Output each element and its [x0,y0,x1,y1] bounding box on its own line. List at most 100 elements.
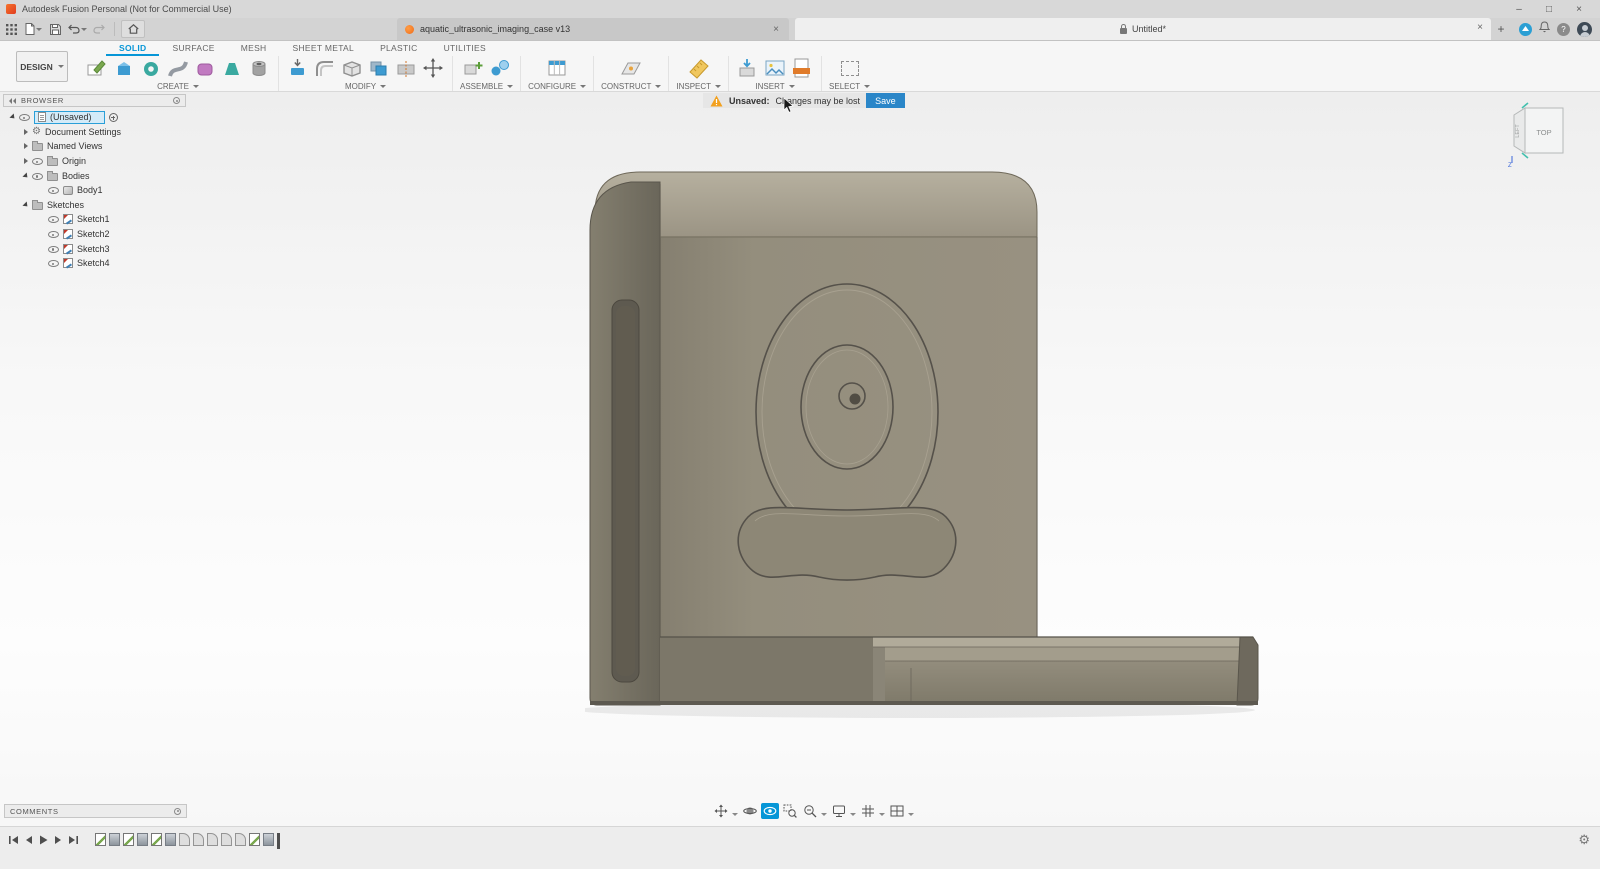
tab-mesh[interactable]: MESH [228,43,280,56]
assemble-group-label[interactable]: ASSEMBLE [460,82,514,91]
insert-canvas-button[interactable] [763,57,787,79]
loft-button[interactable] [220,57,244,79]
fillet-feature-icon[interactable] [179,833,190,846]
model-top-surface[interactable] [594,171,1038,238]
close-untitled-tab-icon[interactable]: × [1475,22,1485,33]
root-add-icon[interactable] [108,112,118,122]
sketch-feature-icon[interactable] [249,833,260,846]
create-sketch-button[interactable] [85,57,109,79]
pan-button[interactable] [712,803,730,819]
expand-icon[interactable] [24,143,28,150]
modify-group-label[interactable]: MODIFY [345,82,387,91]
revolve-button[interactable] [139,57,163,79]
create-group-label[interactable]: CREATE [157,82,199,91]
look-at-button[interactable] [761,803,779,819]
fillet-feature-icon[interactable] [207,833,218,846]
extrude-feature-icon[interactable] [109,833,120,846]
timeline-play-button[interactable] [36,833,51,847]
viewports-button[interactable] [888,803,906,819]
grid-settings-caret-icon[interactable] [879,812,885,816]
zoom-button[interactable] [801,803,819,819]
viewcube-corner-highlight2[interactable] [1521,152,1529,159]
root-visibility-icon[interactable] [19,112,30,122]
sidebar-item-sketch3[interactable]: Sketch3 [3,241,186,256]
shell-button[interactable] [340,57,364,79]
expand-icon[interactable] [22,201,30,209]
help-icon[interactable]: ? [1557,22,1570,36]
sidebar-item-document-settings[interactable]: ⚙ Document Settings [3,125,186,140]
document-tab-active[interactable]: aquatic_ultrasonic_imaging_case v13 × [397,18,789,40]
expand-icon[interactable] [24,158,28,165]
model-base-front[interactable] [885,661,1253,705]
zoom-window-button[interactable] [781,803,799,819]
display-settings-caret-icon[interactable] [850,812,856,816]
model-base-top-edge[interactable] [873,637,1253,647]
fillet-button[interactable] [313,57,337,79]
extrude-feature-icon[interactable] [137,833,148,846]
visibility-icon[interactable] [48,214,59,224]
construct-group-label[interactable]: CONSTRUCT [601,82,662,91]
select-group-label[interactable]: SELECT [829,82,871,91]
maximize-button[interactable]: □ [1534,0,1564,18]
sweep-button[interactable] [166,57,190,79]
save-icon-button[interactable] [44,18,66,40]
visibility-icon[interactable] [32,156,43,166]
visibility-icon[interactable] [48,229,59,239]
press-pull-button[interactable] [286,57,310,79]
tab-solid[interactable]: SOLID [106,43,160,56]
sidebar-item-sketch1[interactable]: Sketch1 [3,212,186,227]
zoom-caret-icon[interactable] [821,812,827,816]
hole-button[interactable] [247,57,271,79]
timeline-step-back-button[interactable] [21,833,36,847]
visibility-icon[interactable] [32,171,43,181]
sidebar-item-body1[interactable]: Body1 [3,183,186,198]
browser-header[interactable]: BROWSER [3,94,186,107]
timeline-go-to-end-button[interactable] [66,833,81,847]
viewcube-corner-highlight1[interactable] [1521,102,1529,109]
fillet-feature-icon[interactable] [193,833,204,846]
fillet-feature-icon[interactable] [221,833,232,846]
document-tab-untitled[interactable]: Untitled* × [795,18,1491,40]
minimize-button[interactable]: – [1504,0,1534,18]
tab-sheet-metal[interactable]: SHEET METAL [280,43,368,56]
sidebar-item-sketch2[interactable]: Sketch2 [3,227,186,242]
extrude-button[interactable] [112,57,136,79]
configure-button[interactable] [545,57,569,79]
create-form-button[interactable] [193,57,217,79]
timeline-position-marker[interactable] [277,833,280,849]
expand-icon[interactable] [22,172,30,180]
file-menu-button[interactable] [22,18,44,40]
combine-button[interactable] [367,57,391,79]
comments-panel[interactable]: COMMENTS [4,804,187,818]
display-settings-button[interactable] [830,803,848,819]
sidebar-item-sketches[interactable]: Sketches [3,198,186,213]
notifications-button[interactable] [1538,20,1551,38]
undo-button[interactable] [66,18,88,40]
collapse-browser-icon[interactable] [9,97,16,104]
tab-surface[interactable]: SURFACE [159,43,227,56]
workspace-selector[interactable]: DESIGN [16,51,68,82]
insert-group-label[interactable]: INSERT [755,82,795,91]
sidebar-item-named-views[interactable]: Named Views [3,139,186,154]
comments-handle-icon[interactable] [174,807,181,815]
app-grid-icon[interactable] [0,18,22,40]
expand-icon[interactable] [24,128,28,135]
construct-plane-button[interactable] [619,57,643,79]
new-component-button[interactable] [461,57,485,79]
sketch-feature-icon[interactable] [95,833,106,846]
sketch-feature-icon[interactable] [151,833,162,846]
timeline-step-forward-button[interactable] [51,833,66,847]
viewports-caret-icon[interactable] [908,812,914,816]
redo-button[interactable] [88,18,110,40]
model-base-left[interactable] [660,637,873,705]
tab-plastic[interactable]: PLASTIC [367,43,431,56]
root-expand-icon[interactable] [9,113,17,121]
close-tab-icon[interactable]: × [771,24,781,35]
model-aquatic-ultrasonic-imaging-case[interactable] [585,170,1275,730]
sketch-feature-icon[interactable] [123,833,134,846]
extensions-icon[interactable] [1519,22,1532,36]
sidebar-item-bodies[interactable]: Bodies [3,168,186,183]
new-document-button[interactable]: + [1491,18,1511,40]
user-avatar[interactable] [1577,21,1592,37]
timeline-settings-gear-icon[interactable]: ⚙ [1578,833,1590,847]
